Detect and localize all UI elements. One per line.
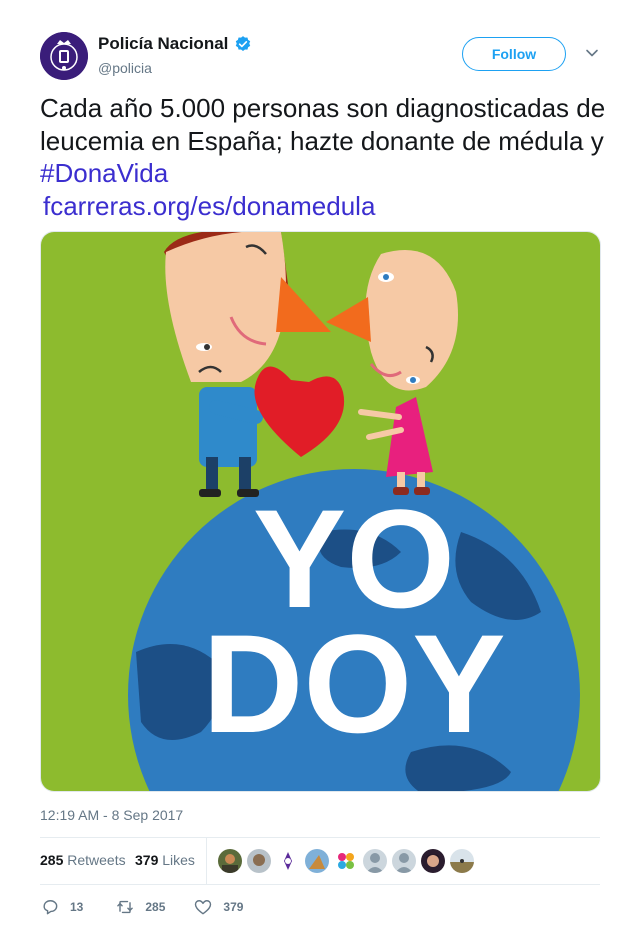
liker-avatar[interactable] [392, 849, 416, 873]
reply-icon [43, 900, 58, 915]
url-link[interactable]: fcarreras.org/es/donamedula [43, 190, 610, 223]
heart-outline-icon [195, 900, 212, 915]
tweet-timestamp[interactable]: 12:19 AM - 8 Sep 2017 [40, 807, 183, 823]
liker-avatar[interactable] [450, 849, 474, 873]
chevron-down-icon[interactable] [584, 45, 600, 61]
liker-avatar[interactable] [305, 849, 329, 873]
display-name[interactable]: Policía Nacional [98, 34, 228, 54]
account-avatar[interactable] [40, 32, 88, 80]
retweet-count: 285 [145, 900, 166, 914]
liker-avatar[interactable] [276, 849, 300, 873]
reply-count: 13 [70, 900, 84, 914]
tweet-body: Cada año 5.000 personas son diagnosticad… [40, 93, 606, 156]
likes-label: Likes [162, 852, 195, 868]
liker-avatar[interactable] [363, 849, 387, 873]
stats-separator [206, 838, 207, 884]
retweets-count: 285 [40, 852, 64, 868]
tweet-image[interactable]: YO DOY [40, 231, 601, 792]
likes-stat[interactable]: 379 Likes [135, 852, 195, 868]
media-text-doy: DOY [202, 605, 505, 762]
reply-button[interactable]: 13 [40, 897, 83, 917]
retweet-button[interactable]: 285 [115, 897, 165, 917]
liker-avatar[interactable] [218, 849, 242, 873]
liker-avatar[interactable] [421, 849, 445, 873]
like-button[interactable]: 379 [193, 897, 243, 917]
tweet-actions: 13 285 379 [40, 896, 269, 918]
retweet-icon [117, 900, 134, 914]
retweets-label: Retweets [67, 852, 126, 868]
follow-button[interactable]: Follow [462, 37, 566, 71]
likers-avatars [218, 849, 474, 873]
liker-avatar[interactable] [247, 849, 271, 873]
retweets-stat[interactable]: 285 Retweets [40, 852, 126, 868]
divider [40, 884, 600, 885]
likes-count: 379 [135, 852, 159, 868]
tweet-header: Policía Nacional @policia Follow [40, 30, 600, 82]
hashtag-link[interactable]: #DonaVida [40, 158, 168, 188]
verified-badge-icon [236, 36, 251, 51]
like-count: 379 [223, 900, 244, 914]
police-badge-icon [40, 32, 88, 80]
tweet-text: Cada año 5.000 personas son diagnosticad… [40, 92, 610, 222]
account-handle[interactable]: @policia [98, 60, 152, 76]
engagement-stats: 285 Retweets 379 Likes [40, 838, 600, 884]
liker-avatar[interactable] [334, 849, 358, 873]
